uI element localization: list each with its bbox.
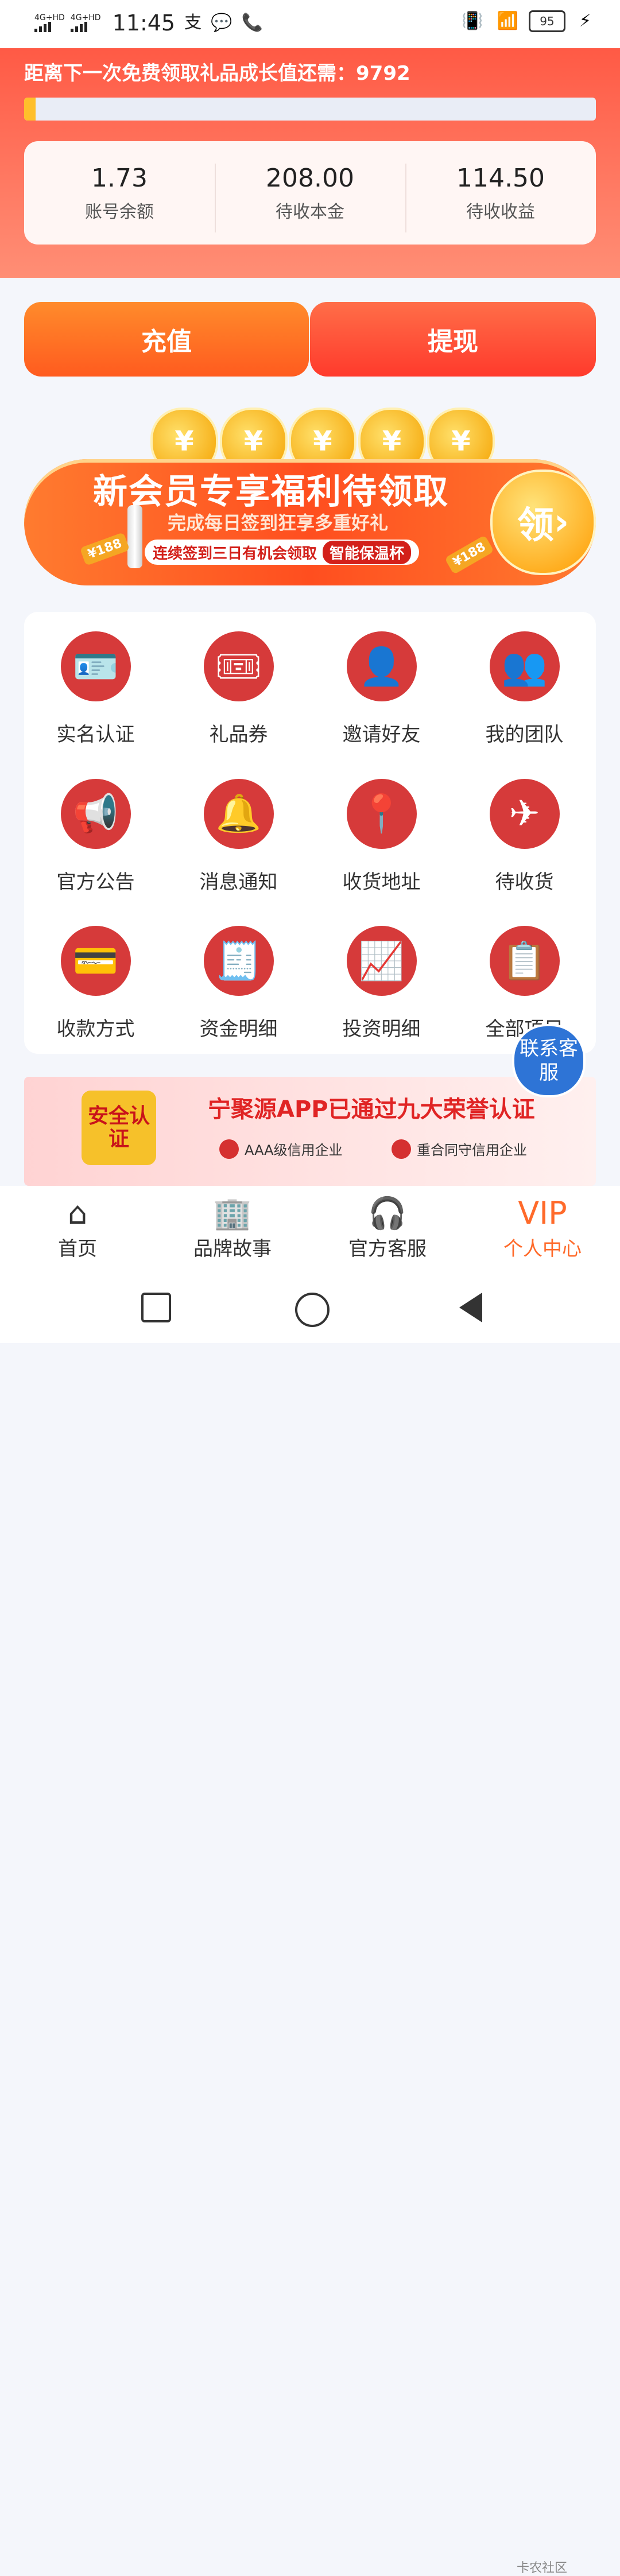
feature-item[interactable]: 📍 收货地址	[310, 759, 453, 907]
charging-icon: ⚡	[579, 11, 591, 31]
tab-home[interactable]: ⌂ 首页	[0, 1186, 155, 1272]
promo-tag: 连续签到三日有机会领取 智能保温杯	[145, 540, 420, 565]
clipboard-gear-icon: 📋	[489, 926, 560, 996]
coupon-icon: 🎟	[203, 631, 274, 701]
cert-item-2: 重合同守信用企业	[392, 1139, 527, 1159]
contact-service-fab[interactable]: 联系客服	[512, 1024, 586, 1097]
feature-item[interactable]: 💳 收款方式	[24, 906, 167, 1054]
feature-item[interactable]: 🎟 礼品券	[167, 612, 310, 759]
feature-item[interactable]: 📢 官方公告	[24, 759, 167, 907]
promo-subtitle: 完成每日签到狂享多重好礼	[168, 512, 389, 534]
feature-item[interactable]: 🧾 资金明细	[167, 906, 310, 1054]
growth-text: 距离下一次免费领取礼品成长值还需：9792	[24, 62, 410, 85]
signal-indicator-2: 4G+HD	[70, 14, 101, 32]
member-promo-banner[interactable]: ¥ ¥ ¥ ¥ ¥ 新会员专享福利待领取 完成每日签到狂享多重好礼 连续签到三日…	[24, 408, 596, 585]
tab-building[interactable]: 🏢 品牌故事	[155, 1186, 310, 1272]
recent-apps-button[interactable]	[141, 1293, 171, 1322]
tab-label: 首页	[58, 1237, 97, 1260]
building-icon: 🏢	[213, 1194, 252, 1231]
feature-label: 官方公告	[56, 870, 135, 894]
location-pin-icon: 📍	[346, 778, 417, 849]
stat-balance[interactable]: 1.73 账号余额	[24, 164, 215, 223]
tab-vip-hand[interactable]: VIP 个人中心	[465, 1186, 620, 1272]
feature-label: 我的团队	[485, 723, 564, 746]
investment-chart-icon: 📈	[346, 926, 417, 996]
bell-icon: 🔔	[203, 778, 274, 849]
promo-title: 新会员专享福利待领取	[93, 472, 449, 512]
invite-friend-icon: 👤	[346, 631, 417, 701]
vip-hand-icon: VIP	[518, 1194, 567, 1231]
feature-item[interactable]: 📈 投资明细	[310, 906, 453, 1054]
feature-item[interactable]: 🪪 实名认证	[24, 612, 167, 759]
watermark: 卡农社区	[517, 2561, 568, 2575]
status-bar: 4G+HD 4G+HD 11:45 支 💬 📞 📳 📶 95 ⚡	[0, 0, 620, 48]
feature-label: 收货地址	[342, 870, 421, 894]
vibrate-icon: 📳	[462, 11, 483, 31]
headset-icon: 🎧	[368, 1194, 407, 1231]
alipay-icon: 支	[184, 13, 202, 33]
feature-item[interactable]: 👥 我的团队	[453, 612, 596, 759]
account-stats-card: 1.73 账号余额 208.00 待收本金 114.50 待收收益	[24, 141, 596, 245]
stat-principal[interactable]: 208.00 待收本金	[215, 163, 405, 232]
promo-tag-pill: 智能保温杯	[323, 540, 412, 564]
recharge-button[interactable]: 充值	[24, 302, 309, 377]
stat-earnings[interactable]: 114.50 待收收益	[405, 163, 596, 232]
claim-button[interactable]: 领 ›	[490, 470, 596, 575]
tab-label: 官方客服	[348, 1237, 427, 1260]
growth-progress-bar	[24, 98, 596, 121]
feature-label: 收款方式	[56, 1018, 135, 1041]
id-card-shield-icon: 🪪	[60, 631, 131, 701]
cert-seal-icon	[219, 1139, 239, 1159]
feature-item[interactable]: 👤 邀请好友	[310, 612, 453, 759]
clock: 11:45	[112, 10, 176, 36]
home-icon: ⌂	[67, 1194, 88, 1231]
cert-item-1: AAA级信用企业	[219, 1139, 343, 1159]
security-badge-icon: 安全认证	[82, 1091, 156, 1165]
feature-label: 资金明细	[199, 1018, 278, 1041]
withdraw-button[interactable]: 提现	[310, 302, 596, 377]
credit-badge-icon	[392, 1139, 411, 1159]
wifi-icon: 📶	[497, 11, 518, 31]
wechat-icon: 💬	[211, 13, 232, 33]
feature-label: 实名认证	[56, 723, 135, 746]
feature-label: 礼品券	[209, 723, 268, 746]
signal-indicator-1: 4G+HD	[34, 14, 65, 32]
certification-banner[interactable]: 安全认证 宁聚源APP已通过九大荣誉认证 AAA级信用企业 重合同守信用企业	[24, 1077, 596, 1186]
phone-missed-icon: 📞	[241, 13, 263, 33]
announcement-icon: 📢	[60, 778, 131, 849]
chevron-right-icon: ›	[553, 501, 569, 544]
tab-headset[interactable]: 🎧 官方客服	[310, 1186, 465, 1272]
airplane-delivery-icon: ✈	[489, 778, 560, 849]
feature-grid: 🪪 实名认证 🎟 礼品券 👤 邀请好友 👥 我的团队 📢 官方公告 🔔 消息通知 📍 收货地址 ✈ 待收货 💳 收…	[24, 612, 596, 1054]
bottom-tab-bar: ⌂ 首页 🏢 品牌故事 🎧 官方客服 VIP 个人中心	[0, 1186, 620, 1272]
feature-label: 消息通知	[199, 870, 278, 894]
home-button[interactable]	[295, 1293, 330, 1327]
back-button[interactable]	[459, 1293, 482, 1322]
tab-label: 品牌故事	[193, 1237, 272, 1260]
feature-item[interactable]: 🔔 消息通知	[167, 759, 310, 907]
credit-card-icon: 💳	[60, 926, 131, 996]
feature-item[interactable]: ✈ 待收货	[453, 759, 596, 907]
team-icon: 👥	[489, 631, 560, 701]
feature-label: 待收货	[495, 870, 554, 894]
feature-label: 投资明细	[342, 1018, 421, 1041]
progress-fill	[24, 98, 36, 121]
tab-label: 个人中心	[503, 1237, 582, 1260]
battery-icon: 95	[528, 10, 565, 32]
feature-label: 邀请好友	[342, 723, 421, 746]
thermos-icon	[127, 505, 142, 568]
calculator-document-icon: 🧾	[203, 926, 274, 996]
system-nav-bar: 卡农社区	[0, 1272, 620, 2575]
certification-title: 宁聚源APP已通过九大荣誉认证	[208, 1096, 535, 1123]
